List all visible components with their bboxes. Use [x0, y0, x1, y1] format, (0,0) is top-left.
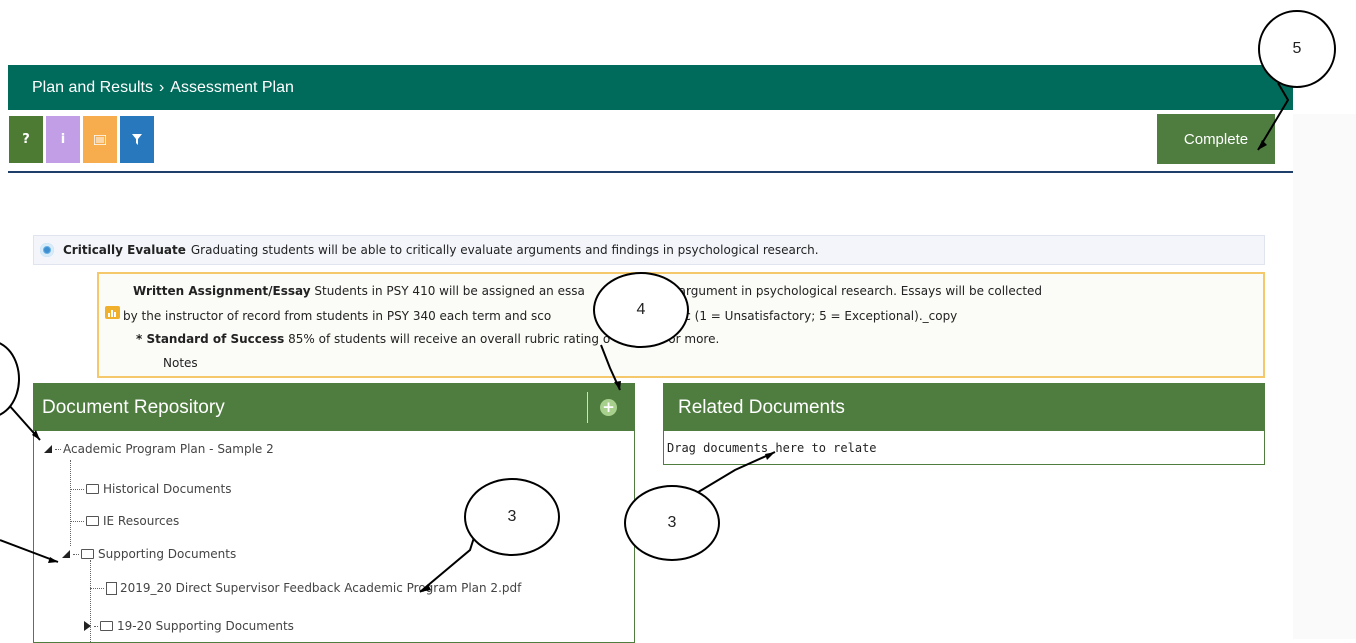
callout-4: 4 [593, 272, 689, 348]
callout-3b: 3 [624, 485, 720, 561]
callout-5: 5 [1258, 10, 1336, 88]
callout-3a: 3 [464, 478, 560, 556]
